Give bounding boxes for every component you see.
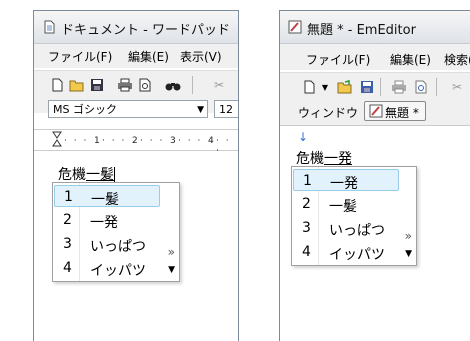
candidate-item[interactable]: 1 一発 (293, 169, 399, 192)
ruler-tick-4: 4 (208, 136, 214, 146)
candidate-word: 一髪 (91, 192, 119, 208)
menu-search[interactable]: 検索( (444, 51, 470, 68)
composition-text: 危機一髪 (58, 164, 115, 184)
save-icon[interactable] (358, 78, 376, 96)
ruler-tick-3: 3 (170, 136, 176, 146)
open-folder-icon[interactable] (336, 78, 354, 96)
print-preview-icon[interactable] (136, 76, 154, 94)
toolbar-separator (436, 78, 437, 96)
ruler-dots: · · · (64, 136, 89, 146)
candidate-word: 一発 (90, 215, 118, 231)
emeditor-app-icon (288, 20, 302, 34)
wordpad-window: ドキュメント - ワードパッド ファイル(F) 編集(E) 表示(V) ✂ MS… (33, 10, 239, 341)
font-size-combo[interactable]: 12 (214, 100, 238, 118)
candidate-number: 2 (63, 212, 72, 228)
candidate-item[interactable]: 1 一髪 (54, 185, 160, 208)
ruler-tick-1: 1 (94, 136, 100, 146)
next-page-icon[interactable]: ▼ (405, 249, 412, 259)
converting-text: 一発 (324, 151, 352, 167)
ruler-dots: · · · (102, 136, 127, 146)
menu-view[interactable]: 表示(V) (180, 48, 222, 65)
cut-scissors-icon[interactable]: ✂ (210, 76, 228, 94)
font-name-combo[interactable]: MS ゴシック ▼ (48, 100, 208, 118)
font-name-value: MS ゴシック (53, 103, 117, 116)
newline-mark: ↓ (298, 130, 309, 144)
window-title: ドキュメント - ワードパッド (61, 23, 230, 38)
emeditor-menubar: ファイル(F) 編集(E) 検索( (280, 44, 470, 70)
converting-text: 一髪 (86, 167, 114, 183)
chevron-down-icon[interactable]: ▼ (316, 78, 334, 96)
candidate-item[interactable]: 4 イッパツ (54, 257, 160, 279)
candidate-number: 3 (63, 236, 72, 252)
candidate-item[interactable]: 2 一発 (54, 209, 160, 231)
ime-candidate-window: 1 一髪 2 一発 3 いっぱつ 4 イッパツ » ▼ (52, 182, 180, 282)
candidate-item[interactable]: 3 いっぱつ (54, 233, 160, 255)
candidate-number: 4 (302, 244, 311, 260)
ruler-dots: · · · (178, 136, 203, 146)
expand-list-icon[interactable]: » (168, 245, 175, 259)
window-label: ウィンドウ (298, 106, 359, 120)
wordpad-toolbar: ✂ MS ゴシック ▼ 12 (34, 70, 238, 118)
candidate-number: 1 (64, 189, 73, 205)
find-binoculars-icon[interactable] (164, 76, 182, 94)
candidate-word: いっぱつ (329, 223, 385, 239)
candidate-number: 4 (63, 260, 72, 276)
print-preview-icon[interactable] (412, 78, 430, 96)
print-icon[interactable] (390, 78, 408, 96)
save-icon[interactable] (88, 76, 106, 94)
confirmed-text: 危機 (296, 151, 324, 167)
open-folder-icon[interactable] (68, 76, 86, 94)
candidate-item[interactable]: 4 イッパツ (293, 241, 399, 263)
emeditor-titlebar[interactable]: 無題 * - EmEditor (280, 11, 470, 44)
font-size-value: 12 (219, 103, 233, 116)
new-icon[interactable] (48, 76, 66, 94)
document-icon (369, 104, 383, 118)
ruler-tick-2: 2 (132, 136, 138, 146)
tab-untitled[interactable]: 無題 * (364, 101, 426, 121)
cut-scissors-icon[interactable]: ✂ (448, 78, 466, 96)
chevron-down-icon[interactable]: ▼ (197, 101, 204, 119)
menu-file[interactable]: ファイル(F) (48, 48, 112, 65)
menu-edit[interactable]: 編集(E) (390, 51, 431, 68)
menu-edit[interactable]: 編集(E) (128, 48, 169, 65)
next-page-icon[interactable]: ▼ (168, 265, 175, 275)
candidate-number: 2 (302, 196, 311, 212)
candidate-word: いっぱつ (90, 239, 146, 255)
candidate-number: 3 (302, 220, 311, 236)
menu-file[interactable]: ファイル(F) (306, 51, 370, 68)
candidate-word: イッパツ (329, 247, 385, 263)
emeditor-toolbar: ▼ ✂ ウィンドウ 無題 * (280, 72, 470, 125)
ime-candidate-window: 1 一発 2 一髪 3 いっぱつ 4 イッパツ » ▼ (291, 166, 417, 266)
candidate-item[interactable]: 2 一髪 (293, 193, 399, 215)
ruler[interactable]: · · · 1 · · · 2 · · · 3 · · · 4 · · · (34, 129, 238, 156)
window-title: 無題 * - EmEditor (307, 23, 416, 38)
print-icon[interactable] (116, 76, 134, 94)
text-cursor (114, 167, 115, 183)
ruler-dots: · · · (140, 136, 165, 146)
toolbar-separator (192, 76, 193, 94)
expand-list-icon[interactable]: » (405, 229, 412, 243)
candidate-item[interactable]: 3 いっぱつ (293, 217, 399, 239)
composition-text: 危機一発 (296, 148, 352, 168)
document-icon (44, 20, 55, 34)
toolbar-separator (380, 78, 381, 96)
indent-marker-icon[interactable] (52, 131, 62, 149)
tab-label: 無題 * (385, 106, 419, 120)
confirmed-text: 危機 (58, 167, 86, 183)
candidate-number: 1 (303, 173, 312, 189)
candidate-word: 一髪 (329, 199, 357, 215)
candidate-word: イッパツ (90, 263, 146, 279)
wordpad-menubar: ファイル(F) 編集(E) 表示(V) (34, 44, 238, 68)
candidate-word: 一発 (330, 176, 358, 192)
wordpad-titlebar[interactable]: ドキュメント - ワードパッド (34, 11, 238, 44)
